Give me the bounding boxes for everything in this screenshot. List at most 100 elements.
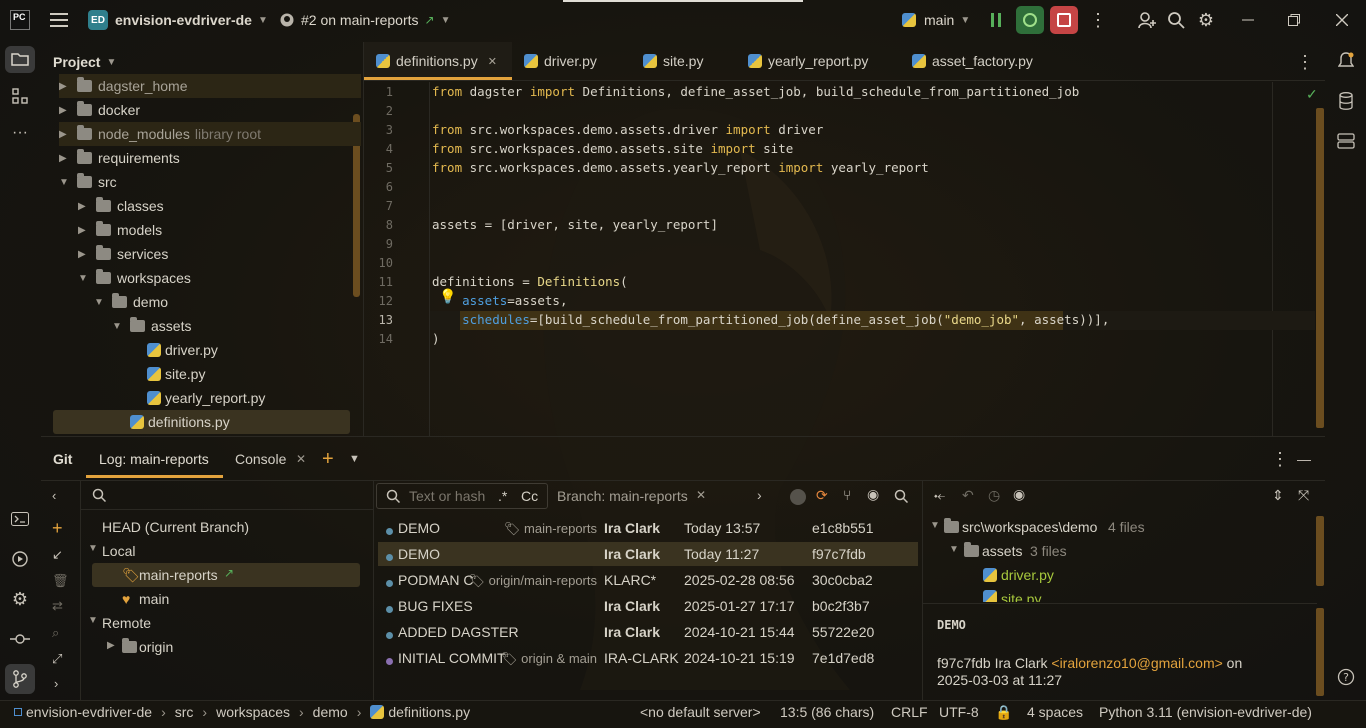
branch-main[interactable]: main (139, 591, 169, 607)
structure-icon[interactable] (5, 83, 35, 110)
pause-icon[interactable] (982, 6, 1010, 34)
refresh-icon[interactable]: ⟳ (816, 487, 828, 504)
collapse-left-icon[interactable]: ‹ (52, 488, 56, 503)
services-icon[interactable] (5, 544, 35, 574)
editor-tab[interactable]: site.py (643, 42, 703, 80)
editor-tab[interactable]: yearly_report.py (748, 42, 868, 80)
code-line[interactable]: ) (432, 331, 440, 346)
minimize-icon[interactable] (1234, 6, 1262, 34)
commit-message[interactable]: ADDED DAGSTER (398, 624, 519, 640)
chevron-down-icon[interactable]: ▼ (78, 273, 90, 284)
tree-item[interactable]: ▶ requirements (59, 146, 180, 170)
changes-root[interactable]: src\workspaces\demo (962, 519, 1097, 535)
chevron-right-icon[interactable]: ▶ (59, 81, 71, 92)
branch-graph-icon[interactable]: ⑂ (843, 487, 851, 503)
breadcrumb-item[interactable]: envision-evdriver-de (26, 704, 152, 720)
chevron-right-icon[interactable]: ▶ (59, 129, 71, 140)
chevron-right-icon[interactable]: ▶ (59, 153, 71, 164)
tree-item[interactable]: ▶ dagster_home (59, 74, 361, 98)
code-line[interactable]: from dagster import Definitions, define_… (432, 84, 1079, 99)
status-server[interactable]: <no default server> (640, 700, 761, 724)
tree-item[interactable]: ▼ assets (112, 314, 191, 338)
expand-all-icon[interactable]: ⇕ (1272, 487, 1284, 504)
changed-file[interactable]: site.py (1001, 591, 1041, 602)
editor-tab[interactable]: driver.py (524, 42, 597, 80)
regex-toggle[interactable]: .* (498, 488, 507, 504)
tree-item[interactable]: site.py (129, 362, 205, 386)
readonly-lock-icon[interactable]: 🔒 (995, 700, 1012, 724)
terminal-icon[interactable] (5, 504, 35, 534)
status-line-separator[interactable]: CRLF (891, 700, 928, 724)
more-vertical-icon[interactable]: ⋮ (1271, 447, 1289, 471)
tree-item[interactable]: ▶ node_modules library root (59, 122, 361, 146)
more-vertical-icon[interactable]: ⋮ (1084, 6, 1112, 34)
eye-icon[interactable]: ◉ (867, 486, 879, 503)
add-tab-icon[interactable]: + (322, 447, 334, 471)
tree-item[interactable]: yearly_report.py (129, 386, 265, 410)
chevron-down-icon[interactable]: ▼ (59, 177, 71, 188)
branch-selector[interactable]: main ▼ (902, 9, 970, 31)
new-branch-icon[interactable]: + (52, 518, 63, 539)
commit-icon[interactable] (5, 624, 35, 654)
chevron-down-icon[interactable]: ▼ (88, 543, 98, 554)
tree-item[interactable]: ▶ docker (59, 98, 140, 122)
python-console-icon[interactable]: ⚙ (5, 584, 35, 614)
undo-icon[interactable]: ↶ (962, 487, 974, 504)
code-line[interactable]: definitions = Definitions( (432, 274, 628, 289)
search-icon[interactable] (92, 488, 107, 505)
chevron-right-icon[interactable]: ▶ (107, 640, 115, 651)
commit-message[interactable]: DEMO (398, 546, 440, 562)
breadcrumb-item[interactable]: definitions.py (388, 704, 470, 720)
tab-log[interactable]: Log: main-reports (99, 447, 209, 471)
pull-request-widget[interactable]: #2 on main-reports ↗ ▼ (280, 9, 450, 31)
editor-tab[interactable]: asset_factory.py (912, 42, 1033, 80)
tree-item[interactable]: ▼ demo (94, 290, 168, 314)
play-icon[interactable] (790, 489, 806, 505)
add-user-icon[interactable] (1133, 6, 1161, 34)
code-line[interactable]: from src.workspaces.demo.assets.yearly_r… (432, 160, 929, 175)
chevron-right-icon[interactable]: ▶ (59, 105, 71, 116)
status-position[interactable]: 13:5 (86 chars) (780, 700, 874, 724)
chevron-down-icon[interactable]: ▼ (349, 447, 360, 471)
chevron-right-icon[interactable]: ▶ (78, 225, 90, 236)
editor-scrollbar[interactable] (1316, 108, 1324, 428)
folder-icon[interactable] (5, 46, 35, 73)
details-scrollbar[interactable] (1316, 608, 1324, 696)
close-icon[interactable]: ✕ (696, 488, 706, 502)
breadcrumb-item[interactable]: workspaces (216, 704, 290, 720)
changed-file[interactable]: driver.py (1001, 567, 1054, 583)
breadcrumb-item[interactable]: src (175, 704, 194, 720)
breadcrumb-item[interactable]: demo (313, 704, 348, 720)
code-line[interactable]: schedules=[build_schedule_from_partition… (432, 312, 1109, 327)
chevron-right-icon[interactable]: ▶ (78, 249, 90, 260)
commit-details-email[interactable]: <iralorenzo10@gmail.com> (1051, 655, 1222, 671)
changes-folder[interactable]: assets (982, 543, 1022, 559)
maximize-icon[interactable] (1280, 6, 1308, 34)
chevron-right-icon[interactable]: › (757, 487, 762, 503)
tree-item[interactable]: ▼ workspaces (78, 266, 191, 290)
tree-item[interactable]: driver.py (129, 338, 218, 362)
help-icon[interactable]: ? (1331, 662, 1361, 692)
chevron-down-icon[interactable]: ▼ (94, 297, 106, 308)
delete-icon[interactable]: 🗑 (52, 573, 69, 589)
eye-icon[interactable]: ◉ (1013, 486, 1025, 503)
changes-scrollbar[interactable] (1316, 516, 1324, 586)
collapse-icon[interactable]: ⤝ (934, 487, 945, 504)
chevron-down-icon[interactable]: ▼ (949, 544, 959, 555)
more-horizontal-icon[interactable]: ··· (5, 119, 35, 146)
commit-message[interactable]: INITIAL COMMIT (398, 650, 506, 666)
tab-console[interactable]: Console (235, 447, 286, 471)
search-icon[interactable] (894, 489, 909, 506)
tree-item[interactable]: ▶ models (78, 218, 162, 242)
expand-icon[interactable]: ⤢ (52, 651, 62, 667)
commit-message[interactable]: DEMO (398, 520, 440, 536)
search-icon[interactable]: ⌕ (52, 625, 59, 641)
tree-item[interactable]: ▶ services (78, 242, 168, 266)
code-line[interactable]: from src.workspaces.demo.assets.driver i… (432, 122, 823, 137)
layout-icon[interactable] (1331, 126, 1361, 156)
commit-message[interactable]: BUG FIXES (398, 598, 473, 614)
tree-item[interactable]: definitions.py (112, 410, 230, 434)
local-group[interactable]: Local (102, 543, 135, 559)
tree-item[interactable]: ▶ classes (78, 194, 164, 218)
remote-origin[interactable]: origin (139, 639, 173, 655)
